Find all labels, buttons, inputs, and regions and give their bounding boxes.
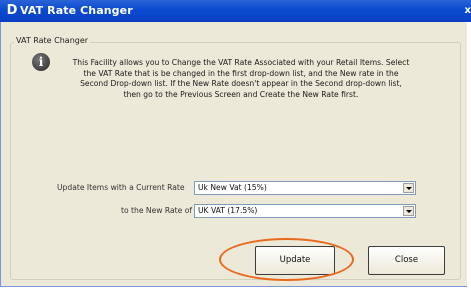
new-rate-label: to the New Rate of [121,206,193,215]
instructions-text: This Facility allows you to Change the V… [72,58,410,99]
window-title: VAT Rate Changer [20,4,133,17]
close-window-button[interactable]: x [459,2,471,19]
current-rate-select[interactable]: Uk New Vat (15%) [194,181,416,195]
new-rate-value: UK VAT (17.5%) [198,206,258,215]
title-bar[interactable]: D VAT Rate Changer x [0,0,471,22]
app-icon: D [6,3,18,18]
chevron-down-icon[interactable] [403,183,414,193]
info-icon: i [32,53,50,71]
close-button[interactable]: Close [368,246,445,275]
current-rate-label: Update Items with a Current Rate [57,183,185,192]
current-rate-value: Uk New Vat (15%) [198,183,267,192]
chevron-down-icon[interactable] [403,206,414,216]
update-button[interactable]: Update [255,246,335,275]
group-label: VAT Rate Changer [14,35,91,47]
new-rate-select[interactable]: UK VAT (17.5%) [194,204,416,218]
